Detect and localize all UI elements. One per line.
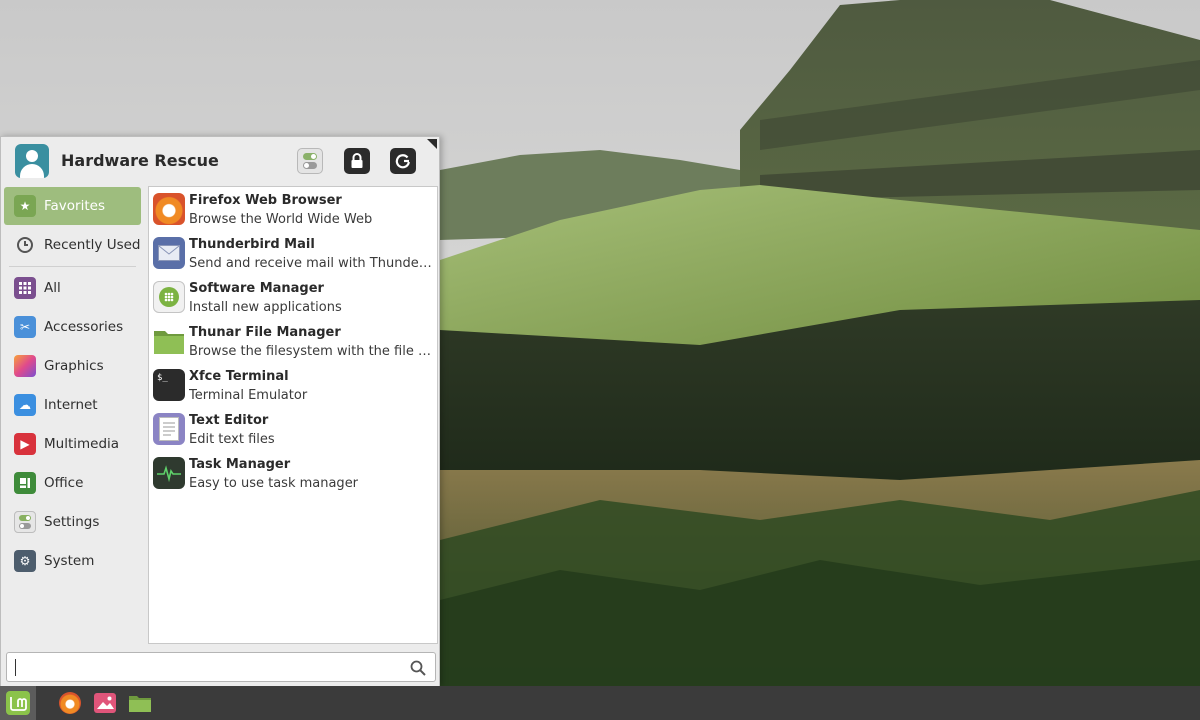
category-internet[interactable]: ☁ Internet — [4, 386, 141, 424]
category-label: Multimedia — [44, 436, 120, 452]
app-description: Install new applications — [189, 300, 342, 315]
category-label: Accessories — [44, 319, 124, 335]
grid-icon — [14, 277, 36, 299]
application-list: Firefox Web Browser Browse the World Wid… — [148, 186, 438, 644]
category-recently-used[interactable]: Recently Used — [4, 226, 141, 264]
category-label: System — [44, 553, 95, 569]
taskbar-files[interactable] — [126, 690, 154, 716]
menu-header: Hardware Rescue — [1, 137, 439, 185]
app-item-software-manager[interactable]: Software Manager Install new application… — [149, 275, 437, 319]
app-item-firefox[interactable]: Firefox Web Browser Browse the World Wid… — [149, 187, 437, 231]
user-avatar-icon[interactable] — [15, 144, 49, 178]
software-manager-icon — [153, 281, 185, 313]
search-box[interactable] — [6, 652, 436, 682]
power-icon — [395, 154, 410, 169]
taskbar-firefox[interactable] — [56, 690, 84, 716]
application-menu: Hardware Rescue ★ Favorites Recently Use… — [0, 136, 440, 686]
app-description: Easy to use task manager — [189, 476, 359, 491]
firefox-icon — [59, 692, 81, 714]
app-description: Browse the World Wide Web — [189, 212, 373, 227]
category-all[interactable]: All — [4, 269, 141, 307]
logout-button[interactable] — [390, 148, 416, 174]
image-icon — [94, 693, 116, 713]
toggle-icon — [303, 153, 317, 169]
category-accessories[interactable]: ✂ Accessories — [4, 308, 141, 346]
task-manager-icon — [153, 457, 185, 489]
search-icon[interactable] — [409, 659, 427, 677]
app-name: Thunar File Manager — [189, 325, 341, 340]
category-settings[interactable]: Settings — [4, 503, 141, 541]
lock-icon — [351, 153, 363, 168]
office-icon — [14, 472, 36, 494]
category-label: Internet — [44, 397, 98, 413]
scissors-icon: ✂ — [14, 316, 36, 338]
mint-menu-button[interactable] — [0, 686, 36, 720]
user-name: Hardware Rescue — [61, 151, 219, 170]
category-label: Recently Used — [44, 237, 141, 253]
app-item-task-manager[interactable]: Task Manager Easy to use task manager — [149, 451, 437, 495]
app-description: Terminal Emulator — [189, 388, 308, 403]
app-name: Thunderbird Mail — [189, 237, 315, 252]
settings-toggle-button[interactable] — [297, 148, 323, 174]
app-name: Firefox Web Browser — [189, 193, 342, 208]
separator — [9, 266, 136, 267]
app-name: Text Editor — [189, 413, 269, 428]
star-folder-icon: ★ — [14, 195, 36, 217]
taskbar — [0, 686, 1200, 720]
app-item-thunderbird[interactable]: Thunderbird Mail Send and receive mail w… — [149, 231, 437, 275]
text-caret — [15, 659, 16, 676]
app-item-text-editor[interactable]: Text Editor Edit text files — [149, 407, 437, 451]
app-name: Software Manager — [189, 281, 324, 296]
folder-icon — [153, 325, 185, 357]
category-sidebar: ★ Favorites Recently Used All ✂ Accessor… — [1, 187, 144, 581]
terminal-icon: $_ — [153, 369, 185, 401]
app-description: Browse the filesystem with the file ma..… — [189, 344, 435, 359]
category-graphics[interactable]: Graphics — [4, 347, 141, 385]
app-item-thunar[interactable]: Thunar File Manager Browse the filesyste… — [149, 319, 437, 363]
lock-screen-button[interactable] — [344, 148, 370, 174]
mint-logo-icon — [6, 691, 30, 715]
category-label: Favorites — [44, 198, 105, 214]
category-favorites[interactable]: ★ Favorites — [4, 187, 141, 225]
folder-icon — [129, 696, 151, 712]
play-icon: ▶ — [14, 433, 36, 455]
category-label: Office — [44, 475, 84, 491]
category-label: Settings — [44, 514, 100, 530]
app-description: Edit text files — [189, 432, 275, 447]
clock-icon — [14, 234, 36, 256]
graphics-icon — [14, 355, 36, 377]
firefox-icon — [153, 193, 185, 225]
search-input[interactable] — [13, 657, 397, 679]
app-description: Send and receive mail with Thunderbird — [189, 256, 435, 271]
toggles-icon — [14, 511, 36, 533]
category-multimedia[interactable]: ▶ Multimedia — [4, 425, 141, 463]
gear-icon: ⚙ — [14, 550, 36, 572]
category-office[interactable]: Office — [4, 464, 141, 502]
app-name: Task Manager — [189, 457, 291, 472]
app-name: Xfce Terminal — [189, 369, 289, 384]
category-label: All — [44, 280, 61, 296]
category-label: Graphics — [44, 358, 104, 374]
category-system[interactable]: ⚙ System — [4, 542, 141, 580]
mail-icon — [153, 237, 185, 269]
text-editor-icon — [153, 413, 185, 445]
taskbar-image-viewer[interactable] — [91, 690, 119, 716]
app-item-terminal[interactable]: $_ Xfce Terminal Terminal Emulator — [149, 363, 437, 407]
cloud-icon: ☁ — [14, 394, 36, 416]
